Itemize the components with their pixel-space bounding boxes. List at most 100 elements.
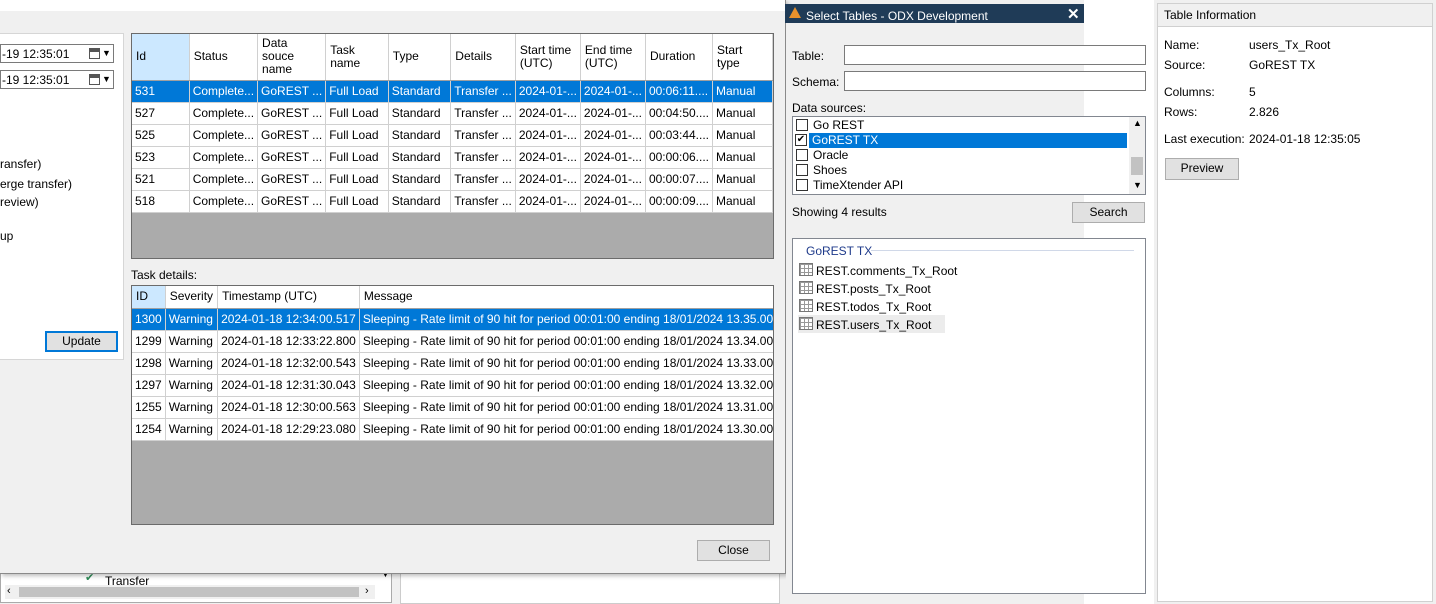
data-source-oracle[interactable]: Oracle (794, 148, 1128, 163)
column-header-message[interactable]: Message (359, 286, 773, 309)
close-button[interactable]: Close (697, 540, 770, 561)
executions-grid[interactable]: Id Status Data souce name Task name Type… (131, 33, 774, 259)
from-date-value: -19 12:35:01 (2, 47, 70, 61)
checkbox[interactable] (796, 164, 808, 176)
column-header-details[interactable]: Details (450, 34, 516, 81)
group-header-gorest-tx: GoREST TX (806, 244, 873, 258)
task-detail-cell: Warning (165, 374, 219, 397)
calendar-icon[interactable] (89, 48, 100, 59)
select-tables-title: Select Tables - ODX Development (806, 9, 988, 23)
checkbox[interactable] (796, 179, 808, 191)
table-item[interactable]: REST.posts_Tx_Root (798, 280, 948, 297)
execution-row[interactable]: 531 Complete... GoREST ... Full Load Standar… (132, 80, 773, 103)
filter-option-4[interactable]: up (0, 229, 13, 243)
task-detail-cell: Sleeping - Rate limit of 90 hit for peri… (359, 308, 773, 331)
column-header-id[interactable]: Id (132, 34, 190, 81)
execution-cell: 2024-01-... (515, 168, 581, 191)
data-sources-list[interactable]: Go REST ✔ GoREST TX Oracle Shoes TimeXten… (792, 116, 1146, 195)
filter-option-1[interactable]: ransfer) (0, 157, 41, 171)
checkbox[interactable] (796, 149, 808, 161)
column-header-task-name[interactable]: Task name (325, 34, 389, 81)
data-source-label: Go REST (813, 118, 865, 132)
execution-cell: Transfer ... (450, 124, 516, 147)
column-header-duration[interactable]: Duration (645, 34, 714, 81)
task-detail-cell: 2024-01-18 12:32:00.543 (217, 352, 360, 375)
task-detail-cell: Sleeping - Rate limit of 90 hit for peri… (359, 330, 773, 353)
execution-cell: 00:00:06.... (645, 146, 714, 169)
checkbox-checked[interactable]: ✔ (795, 134, 807, 146)
chevron-down-icon[interactable]: ▼ (102, 48, 111, 58)
schema-filter-input[interactable] (844, 71, 1146, 91)
scroll-left-icon[interactable]: ‹ (7, 585, 11, 597)
column-header-detail-id[interactable]: ID (132, 286, 166, 309)
column-header-severity[interactable]: Severity (165, 286, 219, 309)
execution-cell: Full Load (325, 80, 389, 103)
task-detail-row[interactable]: 1299 Warning 2024-01-18 12:33:22.800 Sleepi… (132, 330, 773, 353)
from-date-picker[interactable]: -19 12:35:01 ▼ (0, 44, 114, 63)
scroll-thumb[interactable] (1131, 157, 1143, 175)
column-header-status[interactable]: Status (189, 34, 259, 81)
execution-row[interactable]: 527 Complete... GoREST ... Full Load Standar… (132, 102, 773, 125)
task-detail-row[interactable]: 1298 Warning 2024-01-18 12:32:00.543 Sleepi… (132, 352, 773, 375)
calendar-icon[interactable] (89, 74, 100, 85)
column-header-start-time[interactable]: Start time (UTC) (515, 34, 581, 81)
data-source-label: Shoes (813, 163, 848, 177)
column-header-timestamp[interactable]: Timestamp (UTC) (217, 286, 360, 309)
task-detail-row[interactable]: 1297 Warning 2024-01-18 12:31:30.043 Sleepi… (132, 374, 773, 397)
rows-label: Rows: (1164, 105, 1198, 119)
task-detail-cell: Sleeping - Rate limit of 90 hit for peri… (359, 418, 773, 441)
execution-cell: Full Load (325, 190, 389, 213)
column-header-type[interactable]: Type (388, 34, 452, 81)
task-detail-cell: 2024-01-18 12:31:30.043 (217, 374, 360, 397)
execution-cell: Complete... (189, 146, 259, 169)
task-detail-row[interactable]: 1255 Warning 2024-01-18 12:30:00.563 Sleepi… (132, 396, 773, 419)
execution-row[interactable]: 525 Complete... GoREST ... Full Load Standar… (132, 124, 773, 147)
search-button[interactable]: Search (1072, 202, 1145, 223)
filter-option-2[interactable]: erge transfer) (0, 177, 72, 191)
scroll-up-icon[interactable]: ▲ (1133, 118, 1142, 128)
column-header-start-type[interactable]: Start type (712, 34, 773, 81)
column-header-data-source[interactable]: Data souce name (257, 34, 327, 81)
table-filter-label: Table: (792, 49, 825, 63)
checkbox[interactable] (796, 119, 808, 131)
vertical-scrollbar[interactable]: ▲ ▼ (1129, 117, 1145, 194)
execution-cell: 00:03:44.... (645, 124, 714, 147)
table-item-selected[interactable]: REST.users_Tx_Root (798, 315, 945, 333)
execution-cell: Transfer ... (450, 102, 516, 125)
scroll-right-icon[interactable]: › (365, 585, 369, 597)
task-detail-cell: Warning (165, 352, 219, 375)
horizontal-scrollbar[interactable]: ‹ › (5, 585, 375, 599)
execution-row[interactable]: 521 Complete... GoREST ... Full Load Standar… (132, 168, 773, 191)
task-detail-row[interactable]: 1300 Warning 2024-01-18 12:34:00.517 Sleepi… (132, 308, 773, 331)
execution-cell: 2024-01-... (515, 124, 581, 147)
execution-cell: 521 (132, 168, 190, 191)
table-item[interactable]: REST.comments_Tx_Root (798, 262, 957, 279)
data-source-go-rest[interactable]: Go REST (794, 118, 1128, 133)
execution-row[interactable]: 523 Complete... GoREST ... Full Load Standar… (132, 146, 773, 169)
last-execution-label: Last execution: (1164, 132, 1245, 146)
task-details-grid[interactable]: ID Severity Timestamp (UTC) Message 1300… (131, 285, 774, 525)
data-source-gorest-tx[interactable]: ✔ GoREST TX (795, 133, 1127, 148)
data-source-timextender-api[interactable]: TimeXtender API (794, 178, 1128, 193)
execution-cell: GoREST ... (257, 168, 327, 191)
execution-cell: 00:04:50.... (645, 102, 714, 125)
to-date-picker[interactable]: -19 12:35:01 ▼ (0, 70, 114, 89)
chevron-down-icon[interactable]: ▼ (102, 74, 111, 84)
tables-list[interactable]: GoREST TX REST.comments_Tx_Root REST.pos… (792, 238, 1146, 594)
execution-row[interactable]: 518 Complete... GoREST ... Full Load Standar… (132, 190, 773, 213)
task-detail-cell: Warning (165, 418, 219, 441)
table-item[interactable]: REST.todos_Tx_Root (798, 298, 948, 315)
preview-button[interactable]: Preview (1165, 158, 1239, 180)
execution-cell: Standard (388, 102, 452, 125)
column-header-end-time[interactable]: End time (UTC) (580, 34, 646, 81)
scroll-thumb[interactable] (19, 587, 359, 597)
table-filter-input[interactable] (844, 45, 1146, 65)
task-detail-row[interactable]: 1254 Warning 2024-01-18 12:29:23.080 Sleepi… (132, 418, 773, 441)
table-icon (799, 281, 813, 294)
scroll-down-icon[interactable]: ▼ (1133, 180, 1142, 190)
close-icon[interactable]: ✕ (1067, 5, 1080, 23)
filter-option-3[interactable]: review) (0, 195, 39, 209)
table-info-header: Table Information (1158, 4, 1432, 27)
update-button[interactable]: Update (45, 331, 118, 352)
data-source-shoes[interactable]: Shoes (794, 163, 1128, 178)
